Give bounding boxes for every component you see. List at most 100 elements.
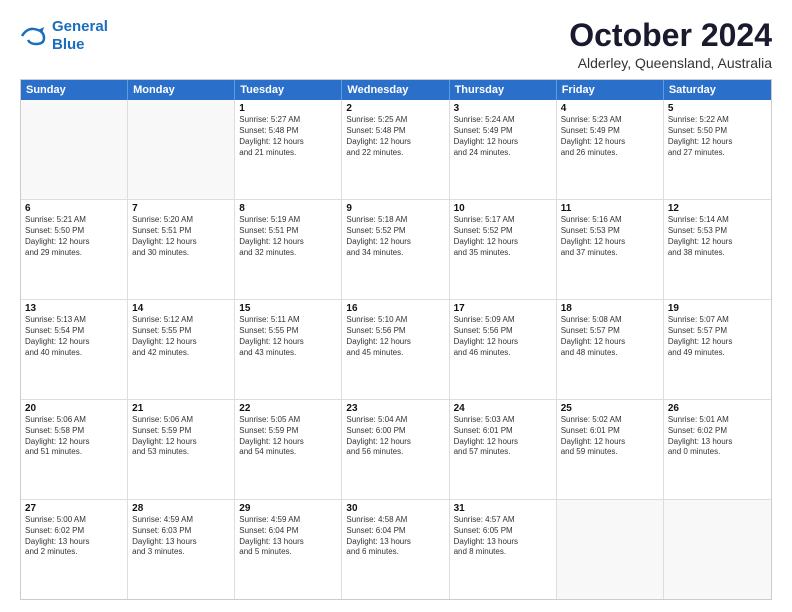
day-number: 1 [239, 103, 337, 114]
day-header-saturday: Saturday [664, 80, 771, 100]
cell-info-line: and 21 minutes. [239, 148, 337, 159]
cell-info-line: Sunset: 6:03 PM [132, 526, 230, 537]
cell-info-line: and 54 minutes. [239, 447, 337, 458]
cell-info-line: Sunset: 5:53 PM [668, 226, 767, 237]
cell-info-line: Daylight: 12 hours [561, 137, 659, 148]
cell-info-line: Sunset: 5:53 PM [561, 226, 659, 237]
cell-info-line: Sunset: 5:49 PM [561, 126, 659, 137]
calendar-row-3: 20Sunrise: 5:06 AMSunset: 5:58 PMDayligh… [21, 400, 771, 500]
cell-info-line: and 6 minutes. [346, 547, 444, 558]
cell-info-line: and 26 minutes. [561, 148, 659, 159]
cell-info-line: Daylight: 12 hours [132, 337, 230, 348]
day-number: 23 [346, 403, 444, 414]
day-cell-12: 12Sunrise: 5:14 AMSunset: 5:53 PMDayligh… [664, 200, 771, 299]
cell-info-line: Daylight: 12 hours [132, 437, 230, 448]
cell-info-line: Sunset: 6:02 PM [668, 426, 767, 437]
cell-info-line: Sunset: 5:50 PM [668, 126, 767, 137]
cell-info-line: and 56 minutes. [346, 447, 444, 458]
cell-info-line: Sunrise: 5:09 AM [454, 315, 552, 326]
day-number: 7 [132, 203, 230, 214]
cell-info-line: Daylight: 12 hours [346, 337, 444, 348]
cell-info-line: Sunrise: 5:17 AM [454, 215, 552, 226]
day-cell-18: 18Sunrise: 5:08 AMSunset: 5:57 PMDayligh… [557, 300, 664, 399]
cell-info-line: Sunrise: 5:10 AM [346, 315, 444, 326]
cell-info-line: Daylight: 12 hours [668, 237, 767, 248]
day-number: 11 [561, 203, 659, 214]
calendar-body: 1Sunrise: 5:27 AMSunset: 5:48 PMDaylight… [21, 100, 771, 599]
cell-info-line: Sunset: 6:00 PM [346, 426, 444, 437]
day-cell-7: 7Sunrise: 5:20 AMSunset: 5:51 PMDaylight… [128, 200, 235, 299]
header: General Blue October 2024 Alderley, Quee… [20, 18, 772, 71]
cell-info-line: Sunset: 6:04 PM [346, 526, 444, 537]
cell-info-line: Sunrise: 4:59 AM [239, 515, 337, 526]
day-cell-3: 3Sunrise: 5:24 AMSunset: 5:49 PMDaylight… [450, 100, 557, 199]
cell-info-line: Sunrise: 5:06 AM [25, 415, 123, 426]
day-number: 20 [25, 403, 123, 414]
cell-info-line: Sunrise: 5:00 AM [25, 515, 123, 526]
title-block: October 2024 Alderley, Queensland, Austr… [569, 18, 772, 71]
cell-info-line: Daylight: 12 hours [25, 237, 123, 248]
cell-info-line: Sunrise: 4:59 AM [132, 515, 230, 526]
cell-info-line: Sunset: 5:56 PM [346, 326, 444, 337]
logo-line1: General [52, 18, 108, 35]
cell-info-line: and 46 minutes. [454, 348, 552, 359]
day-number: 25 [561, 403, 659, 414]
cell-info-line: Sunset: 5:51 PM [239, 226, 337, 237]
location-subtitle: Alderley, Queensland, Australia [569, 55, 772, 71]
calendar-header: SundayMondayTuesdayWednesdayThursdayFrid… [21, 80, 771, 100]
day-cell-11: 11Sunrise: 5:16 AMSunset: 5:53 PMDayligh… [557, 200, 664, 299]
cell-info-line: Sunset: 5:57 PM [668, 326, 767, 337]
cell-info-line: Sunrise: 5:19 AM [239, 215, 337, 226]
day-cell-23: 23Sunrise: 5:04 AMSunset: 6:00 PMDayligh… [342, 400, 449, 499]
cell-info-line: Sunset: 6:05 PM [454, 526, 552, 537]
cell-info-line: and 51 minutes. [25, 447, 123, 458]
day-number: 6 [25, 203, 123, 214]
cell-info-line: Sunrise: 5:18 AM [346, 215, 444, 226]
day-number: 30 [346, 503, 444, 514]
day-number: 26 [668, 403, 767, 414]
cell-info-line: Daylight: 12 hours [25, 437, 123, 448]
cell-info-line: and 38 minutes. [668, 248, 767, 259]
cell-info-line: Sunrise: 5:08 AM [561, 315, 659, 326]
cell-info-line: Sunset: 5:51 PM [132, 226, 230, 237]
cell-info-line: Sunrise: 5:12 AM [132, 315, 230, 326]
page: General Blue October 2024 Alderley, Quee… [0, 0, 792, 612]
cell-info-line: Sunrise: 5:02 AM [561, 415, 659, 426]
cell-info-line: Sunset: 5:49 PM [454, 126, 552, 137]
day-cell-15: 15Sunrise: 5:11 AMSunset: 5:55 PMDayligh… [235, 300, 342, 399]
day-header-friday: Friday [557, 80, 664, 100]
calendar-row-1: 6Sunrise: 5:21 AMSunset: 5:50 PMDaylight… [21, 200, 771, 300]
cell-info-line: Sunrise: 5:22 AM [668, 115, 767, 126]
cell-info-line: Sunset: 6:01 PM [454, 426, 552, 437]
cell-info-line: Daylight: 12 hours [561, 337, 659, 348]
day-number: 18 [561, 303, 659, 314]
day-cell-28: 28Sunrise: 4:59 AMSunset: 6:03 PMDayligh… [128, 500, 235, 599]
cell-info-line: Sunset: 5:55 PM [132, 326, 230, 337]
cell-info-line: Daylight: 13 hours [132, 537, 230, 548]
cell-info-line: Sunrise: 5:11 AM [239, 315, 337, 326]
cell-info-line: and 45 minutes. [346, 348, 444, 359]
cell-info-line: Sunrise: 5:04 AM [346, 415, 444, 426]
cell-info-line: Sunset: 5:48 PM [239, 126, 337, 137]
logo-line2: Blue [52, 36, 85, 53]
day-number: 3 [454, 103, 552, 114]
day-number: 13 [25, 303, 123, 314]
day-header-thursday: Thursday [450, 80, 557, 100]
cell-info-line: Sunset: 5:59 PM [132, 426, 230, 437]
cell-info-line: and 48 minutes. [561, 348, 659, 359]
cell-info-line: and 2 minutes. [25, 547, 123, 558]
cell-info-line: Sunrise: 5:20 AM [132, 215, 230, 226]
day-cell-10: 10Sunrise: 5:17 AMSunset: 5:52 PMDayligh… [450, 200, 557, 299]
cell-info-line: and 53 minutes. [132, 447, 230, 458]
calendar-row-4: 27Sunrise: 5:00 AMSunset: 6:02 PMDayligh… [21, 500, 771, 599]
cell-info-line: Sunrise: 4:57 AM [454, 515, 552, 526]
cell-info-line: and 5 minutes. [239, 547, 337, 558]
cell-info-line: Daylight: 12 hours [239, 337, 337, 348]
cell-info-line: and 37 minutes. [561, 248, 659, 259]
day-cell-13: 13Sunrise: 5:13 AMSunset: 5:54 PMDayligh… [21, 300, 128, 399]
day-number: 24 [454, 403, 552, 414]
day-number: 27 [25, 503, 123, 514]
cell-info-line: and 22 minutes. [346, 148, 444, 159]
cell-info-line: Sunset: 5:48 PM [346, 126, 444, 137]
cell-info-line: Sunrise: 4:58 AM [346, 515, 444, 526]
